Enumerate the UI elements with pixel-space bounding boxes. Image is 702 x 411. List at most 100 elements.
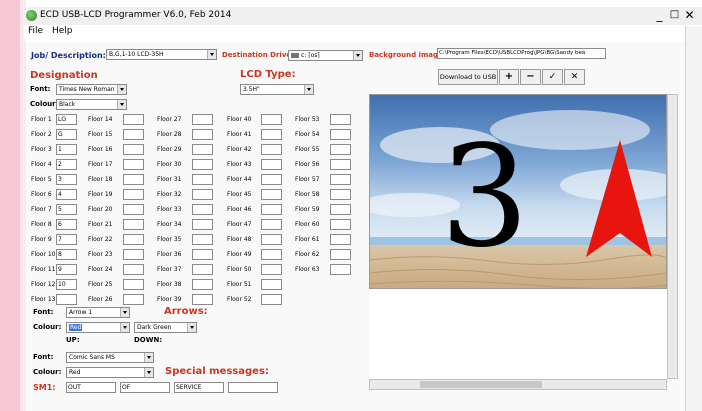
floor-input[interactable] (192, 129, 213, 140)
menu-help[interactable]: Help (52, 26, 73, 36)
download-to-usb-button[interactable]: Download to USB (438, 69, 498, 85)
floor-input[interactable] (123, 249, 144, 260)
floor-input[interactable] (330, 249, 351, 260)
floor-input[interactable] (192, 234, 213, 245)
floor-input[interactable] (261, 249, 282, 260)
cancel-button[interactable]: ✕ (564, 69, 585, 85)
floor-input[interactable] (330, 159, 351, 170)
special-messages-heading: Special messages: (165, 366, 269, 377)
preview-horizontal-scrollbar[interactable] (369, 379, 667, 390)
maximize-button[interactable]: □ (667, 8, 682, 22)
floor-input[interactable] (261, 219, 282, 230)
confirm-button[interactable]: ✓ (542, 69, 563, 85)
floor-input[interactable]: 2 (56, 159, 77, 170)
add-button[interactable]: + (499, 69, 519, 85)
floor-input[interactable] (330, 114, 351, 125)
floor-input[interactable]: 6 (56, 219, 77, 230)
floor-input[interactable] (123, 159, 144, 170)
floor-input[interactable] (123, 204, 144, 215)
floor-input[interactable] (261, 234, 282, 245)
remove-button[interactable]: − (520, 69, 541, 85)
floor-input[interactable] (261, 204, 282, 215)
floor-input[interactable] (192, 294, 213, 305)
floor-input[interactable] (192, 279, 213, 290)
floor-input[interactable] (261, 159, 282, 170)
special-colour-combo[interactable]: Red (66, 367, 154, 378)
floor-input[interactable] (330, 129, 351, 140)
close-window-button[interactable]: ✕ (682, 8, 697, 22)
floor-input[interactable] (330, 204, 351, 215)
floor-input[interactable] (261, 174, 282, 185)
floor-input[interactable] (192, 249, 213, 260)
floor-input[interactable] (330, 189, 351, 200)
special-font-combo[interactable]: Comic Sans MS (66, 352, 154, 363)
floor-input[interactable] (123, 129, 144, 140)
sm1-field-2[interactable]: OF (120, 382, 170, 393)
menu-file[interactable]: File (28, 26, 43, 36)
floor-input[interactable] (192, 264, 213, 275)
designation-colour-combo[interactable]: Black (56, 99, 127, 110)
designation-font-combo[interactable]: Times New Roman (56, 84, 127, 95)
floor-input[interactable] (123, 144, 144, 155)
sm1-field-1[interactable]: OUT (66, 382, 116, 393)
floor-input[interactable] (123, 279, 144, 290)
floor-input[interactable] (330, 264, 351, 275)
floor-input[interactable] (192, 159, 213, 170)
floor-input[interactable] (261, 189, 282, 200)
floor-input[interactable] (192, 114, 213, 125)
arrows-font-value: Arrow 1 (69, 309, 93, 316)
floor-input[interactable]: 7 (56, 234, 77, 245)
floor-input[interactable]: 8 (56, 249, 77, 260)
floor-input[interactable] (330, 219, 351, 230)
floor-input[interactable] (261, 129, 282, 140)
down-colour-combo[interactable]: Dark Green (134, 322, 197, 333)
floor-input[interactable]: G (56, 129, 77, 140)
background-image-field[interactable]: C:\Program Files\ECD\USBLCDProg\JPG\BG\S… (437, 48, 606, 59)
window-title: ECD USB-LCD Programmer V6.0, Feb 2014 (40, 10, 232, 20)
up-colour-combo[interactable]: Red (66, 322, 130, 333)
destination-drive-combo[interactable]: c: [os] (288, 50, 363, 61)
preview-vertical-scrollbar[interactable] (667, 94, 678, 379)
floor-label: Floor 53 (295, 116, 320, 123)
floor-input[interactable] (261, 279, 282, 290)
floor-input[interactable]: 5 (56, 204, 77, 215)
floor-input[interactable] (123, 174, 144, 185)
floor-input[interactable] (330, 234, 351, 245)
floor-input[interactable] (261, 144, 282, 155)
floor-input[interactable] (261, 114, 282, 125)
floor-input[interactable] (330, 144, 351, 155)
floor-input[interactable] (261, 294, 282, 305)
floor-label: Floor 32 (157, 191, 182, 198)
scroll-thumb[interactable] (420, 381, 542, 388)
lcd-type-combo[interactable]: 3.5H" (240, 84, 314, 95)
floor-input[interactable] (330, 174, 351, 185)
minimize-button[interactable]: _ (652, 8, 667, 22)
floor-input[interactable]: 10 (56, 279, 77, 290)
floor-input[interactable] (123, 114, 144, 125)
floor-input[interactable] (192, 144, 213, 155)
floor-label: Floor 38 (157, 281, 182, 288)
floor-input[interactable]: 1 (56, 144, 77, 155)
floor-input[interactable] (123, 189, 144, 200)
floor-label: Floor 55 (295, 146, 320, 153)
floor-input[interactable]: 3 (56, 174, 77, 185)
arrows-font-label: Font: (33, 308, 54, 316)
floor-input[interactable] (192, 219, 213, 230)
job-description-combo[interactable]: B,G,1-10 LCD-35H (106, 49, 217, 60)
floor-label: Floor 14 (88, 116, 113, 123)
sm1-field-4[interactable] (228, 382, 278, 393)
floor-input[interactable] (123, 294, 144, 305)
floor-input[interactable] (261, 264, 282, 275)
floor-input[interactable]: 4 (56, 189, 77, 200)
floor-input[interactable]: LG (56, 114, 77, 125)
floor-input[interactable] (123, 264, 144, 275)
floor-input[interactable] (123, 219, 144, 230)
floor-input[interactable] (192, 204, 213, 215)
floor-input[interactable] (192, 174, 213, 185)
floor-input[interactable] (123, 234, 144, 245)
floor-input[interactable]: 9 (56, 264, 77, 275)
floor-input[interactable] (192, 189, 213, 200)
floor-input[interactable] (56, 294, 77, 305)
arrows-font-combo[interactable]: Arrow 1 (66, 307, 130, 318)
sm1-field-3[interactable]: SERVICE (174, 382, 224, 393)
